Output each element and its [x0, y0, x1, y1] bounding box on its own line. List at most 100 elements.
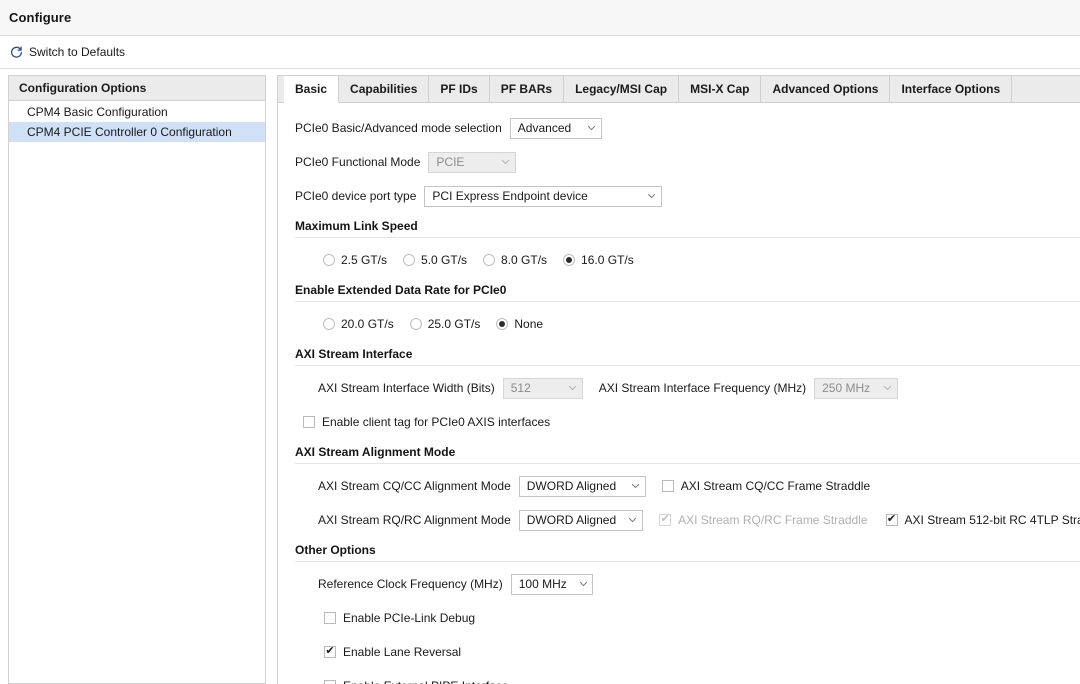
chevron-down-icon [568, 385, 577, 391]
device-port-type-label: PCIe0 device port type [295, 189, 416, 203]
maximum-link-speed-radio-group: 2.5 GT/s 5.0 GT/s 8.0 GT/s 16.0 GT/s [278, 249, 1080, 271]
checkbox-enable-client-tag[interactable]: Enable client tag for PCIe0 AXIS interfa… [303, 415, 550, 429]
window-titlebar: Configure [0, 0, 1080, 36]
mode-selection-label: PCIe0 Basic/Advanced mode selection [295, 121, 502, 135]
radio-20-0-gts[interactable]: 20.0 GT/s [323, 317, 394, 331]
radio-circle [563, 254, 575, 266]
mode-selection-select[interactable]: Advanced [510, 118, 602, 139]
switch-to-defaults-label: Switch to Defaults [29, 45, 125, 59]
lane-reversal-row: ✔ Enable Lane Reversal [278, 641, 1080, 663]
radio-label: None [514, 317, 543, 331]
external-pipe-row: Enable External PIPE Interface [278, 675, 1080, 684]
tab-basic[interactable]: Basic [284, 76, 339, 103]
checkbox-box [324, 680, 336, 684]
checkbox-rqrc-frame-straddle: ✔ AXI Stream RQ/RC Frame Straddle [659, 513, 867, 527]
cqcc-alignment-value: DWORD Aligned [527, 479, 616, 493]
checkbox-label: AXI Stream RQ/RC Frame Straddle [678, 513, 867, 527]
rqrc-alignment-label: AXI Stream RQ/RC Alignment Mode [318, 513, 511, 527]
functional-mode-label: PCIe0 Functional Mode [295, 155, 420, 169]
tab-legacy-msi-cap[interactable]: Legacy/MSI Cap [564, 76, 679, 102]
pcie-link-debug-row: Enable PCIe-Link Debug [278, 607, 1080, 629]
device-port-type-row: PCIe0 device port type PCI Express Endpo… [278, 185, 1080, 207]
cqcc-alignment-row: AXI Stream CQ/CC Alignment Mode DWORD Al… [278, 475, 1080, 497]
axi-stream-interface-row: AXI Stream Interface Width (Bits) 512 AX… [278, 377, 1080, 399]
checkbox-enable-external-pipe-interface[interactable]: Enable External PIPE Interface [324, 679, 508, 684]
radio-circle [323, 318, 335, 330]
axi-stream-frequency-value: 250 MHz [822, 381, 870, 395]
tab-interface-options[interactable]: Interface Options [890, 76, 1012, 102]
checkbox-enable-lane-reversal[interactable]: ✔ Enable Lane Reversal [324, 645, 461, 659]
checkbox-label: AXI Stream CQ/CC Frame Straddle [681, 479, 870, 493]
radio-2-5-gts[interactable]: 2.5 GT/s [323, 253, 387, 267]
checkbox-box [662, 480, 674, 492]
rqrc-alignment-row: AXI Stream RQ/RC Alignment Mode DWORD Al… [278, 509, 1080, 531]
checkbox-label: AXI Stream 512-bit RC 4TLP Straddle [905, 513, 1080, 527]
radio-16-0-gts[interactable]: 16.0 GT/s [563, 253, 634, 267]
device-port-type-select[interactable]: PCI Express Endpoint device [424, 186, 662, 207]
section-maximum-link-speed: Maximum Link Speed [295, 219, 1080, 238]
sidebar-item-cpm4-pcie-controller-0-configuration[interactable]: CPM4 PCIE Controller 0 Configuration [9, 122, 265, 142]
configuration-panel: Basic Capabilities PF IDs PF BARs Legacy… [277, 75, 1080, 684]
radio-25-0-gts[interactable]: 25.0 GT/s [410, 317, 481, 331]
mode-selection-value: Advanced [518, 121, 571, 135]
check-icon: ✔ [661, 514, 670, 525]
reference-clock-select[interactable]: 100 MHz [511, 574, 593, 595]
checkbox-box [303, 416, 315, 428]
checkbox-rc-4tlp-straddle[interactable]: ✔ AXI Stream 512-bit RC 4TLP Straddle [886, 513, 1080, 527]
radio-label: 20.0 GT/s [341, 317, 394, 331]
functional-mode-row: PCIe0 Functional Mode PCIE [278, 151, 1080, 173]
tab-advanced-options[interactable]: Advanced Options [761, 76, 890, 102]
reference-clock-value: 100 MHz [519, 577, 567, 591]
checkbox-box: ✔ [324, 646, 336, 658]
device-port-type-value: PCI Express Endpoint device [432, 189, 587, 203]
sidebar-list: CPM4 Basic Configuration CPM4 PCIE Contr… [9, 101, 265, 142]
client-tag-row: Enable client tag for PCIe0 AXIS interfa… [278, 411, 1080, 433]
axi-stream-frequency-select: 250 MHz [814, 378, 898, 399]
chevron-down-icon [579, 581, 588, 587]
radio-label: 5.0 GT/s [421, 253, 467, 267]
tab-msi-x-cap[interactable]: MSI-X Cap [679, 76, 761, 102]
configuration-options-sidebar: Configuration Options CPM4 Basic Configu… [8, 75, 266, 684]
check-icon: ✔ [887, 514, 896, 525]
radio-circle [403, 254, 415, 266]
axi-stream-width-select: 512 [503, 378, 583, 399]
switch-to-defaults-button[interactable]: Switch to Defaults [6, 43, 129, 61]
cqcc-alignment-label: AXI Stream CQ/CC Alignment Mode [318, 479, 511, 493]
check-icon: ✔ [325, 646, 334, 657]
section-axi-stream-alignment-mode: AXI Stream Alignment Mode [295, 445, 1080, 464]
section-axi-stream-interface: AXI Stream Interface [295, 347, 1080, 366]
checkbox-box: ✔ [886, 514, 898, 526]
radio-circle [323, 254, 335, 266]
basic-tab-content: PCIe0 Basic/Advanced mode selection Adva… [278, 103, 1080, 684]
radio-circle [483, 254, 495, 266]
mode-selection-row: PCIe0 Basic/Advanced mode selection Adva… [278, 117, 1080, 139]
reference-clock-label: Reference Clock Frequency (MHz) [318, 577, 503, 591]
chevron-down-icon [501, 159, 510, 165]
tab-strip-filler [1012, 76, 1080, 102]
toolbar: Switch to Defaults [0, 36, 1080, 69]
axi-stream-width-value: 512 [511, 381, 531, 395]
radio-circle [410, 318, 422, 330]
radio-none[interactable]: None [496, 317, 543, 331]
chevron-down-icon [587, 125, 596, 131]
radio-label: 8.0 GT/s [501, 253, 547, 267]
chevron-down-icon [631, 483, 640, 489]
radio-8-0-gts[interactable]: 8.0 GT/s [483, 253, 547, 267]
cqcc-alignment-select[interactable]: DWORD Aligned [519, 476, 646, 497]
section-extended-data-rate: Enable Extended Data Rate for PCIe0 [295, 283, 1080, 302]
rqrc-alignment-select[interactable]: DWORD Aligned [519, 510, 643, 531]
tab-pf-bars[interactable]: PF BARs [490, 76, 564, 102]
checkbox-box [324, 612, 336, 624]
checkbox-enable-pcie-link-debug[interactable]: Enable PCIe-Link Debug [324, 611, 475, 625]
tab-capabilities[interactable]: Capabilities [339, 76, 429, 102]
main-body: Configuration Options CPM4 Basic Configu… [0, 69, 1080, 684]
sidebar-header: Configuration Options [9, 76, 265, 101]
radio-label: 25.0 GT/s [428, 317, 481, 331]
extended-data-rate-radio-group: 20.0 GT/s 25.0 GT/s None [278, 313, 1080, 335]
sidebar-item-cpm4-basic-configuration[interactable]: CPM4 Basic Configuration [9, 102, 265, 122]
page-title: Configure [9, 10, 71, 25]
tab-bar: Basic Capabilities PF IDs PF BARs Legacy… [278, 76, 1080, 103]
checkbox-cqcc-frame-straddle[interactable]: AXI Stream CQ/CC Frame Straddle [662, 479, 870, 493]
radio-5-0-gts[interactable]: 5.0 GT/s [403, 253, 467, 267]
tab-pf-ids[interactable]: PF IDs [429, 76, 489, 102]
